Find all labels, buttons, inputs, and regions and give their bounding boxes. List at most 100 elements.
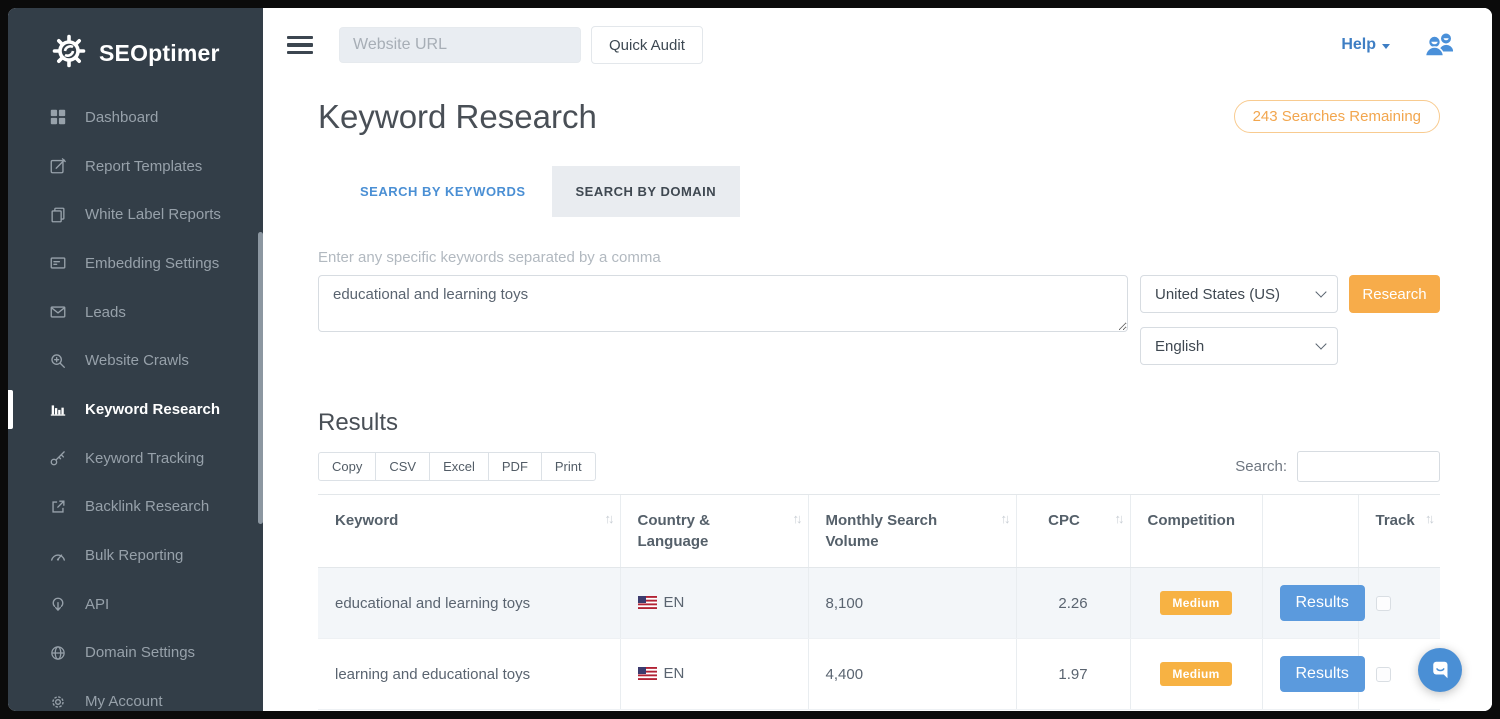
action-cell: Results <box>1262 568 1358 639</box>
external-link-icon <box>48 497 68 517</box>
chat-widget-button[interactable] <box>1418 648 1462 692</box>
keyword-cell: educational and learning toys <box>318 568 620 639</box>
sort-icon[interactable] <box>793 510 800 528</box>
website-url-input[interactable] <box>339 27 581 63</box>
sidebar-item-label: Embedding Settings <box>85 255 219 272</box>
pdf-button[interactable]: PDF <box>488 452 542 481</box>
sidebar-item-label: Report Templates <box>85 158 202 175</box>
searches-remaining-badge: 243 Searches Remaining <box>1234 100 1440 133</box>
help-label: Help <box>1341 36 1376 54</box>
sidebar-item-domain-settings[interactable]: Domain Settings <box>8 629 263 678</box>
country-select[interactable]: United States (US) <box>1140 275 1338 313</box>
copy-pages-icon <box>48 205 68 225</box>
sort-icon[interactable] <box>605 510 612 528</box>
excel-button[interactable]: Excel <box>429 452 489 481</box>
keyword-cell: learning and educational toys <box>318 639 620 710</box>
track-cell <box>1358 568 1440 639</box>
competition-badge: Medium <box>1160 662 1231 686</box>
sidebar-item-label: My Account <box>85 693 163 710</box>
table-search-label: Search: <box>1235 458 1287 475</box>
key-icon <box>48 448 68 468</box>
column-header-monthly-search-volume[interactable]: Monthly Search Volume <box>808 495 1016 568</box>
sidebar-item-keyword-research[interactable]: Keyword Research <box>8 385 263 434</box>
main-area: Quick Audit Help <box>263 8 1492 711</box>
sidebar-item-dashboard[interactable]: Dashboard <box>8 93 263 142</box>
sidebar-item-api[interactable]: API <box>8 580 263 629</box>
sidebar-item-embedding-settings[interactable]: Embedding Settings <box>8 239 263 288</box>
export-button-group: Copy CSV Excel PDF Print <box>318 452 596 481</box>
competition-cell: Medium <box>1130 639 1262 710</box>
column-header-competition[interactable]: Competition <box>1130 495 1262 568</box>
volume-cell: 8,100 <box>808 568 1016 639</box>
brand-name: SEOptimer <box>99 40 220 67</box>
sidebar-item-backlink-research[interactable]: Backlink Research <box>8 483 263 532</box>
help-dropdown[interactable]: Help <box>1341 36 1390 54</box>
sidebar-item-label: Backlink Research <box>85 498 209 515</box>
sidebar-item-label: Bulk Reporting <box>85 547 183 564</box>
edit-document-icon <box>48 156 68 176</box>
copy-button[interactable]: Copy <box>318 452 376 481</box>
country-cell: EN <box>620 568 808 639</box>
hamburger-menu-icon[interactable] <box>287 36 313 55</box>
column-header-country-language[interactable]: Country & Language <box>620 495 808 568</box>
column-header-actions <box>1262 495 1358 568</box>
content-area: Keyword Research 243 Searches Remaining … <box>263 82 1492 711</box>
column-header-track[interactable]: Track <box>1358 495 1440 568</box>
table-row: learning and educational toys EN 4,400 1… <box>318 639 1440 710</box>
gear-icon <box>48 692 68 711</box>
page-title: Keyword Research <box>318 98 597 136</box>
envelope-icon <box>48 302 68 322</box>
country-select-wrap: United States (US) <box>1140 275 1338 313</box>
language-select-wrap: English <box>1140 327 1338 365</box>
language-select[interactable]: English <box>1140 327 1338 365</box>
results-table: Keyword Country & Language Monthly Searc… <box>318 494 1440 710</box>
column-header-keyword[interactable]: Keyword <box>318 495 620 568</box>
keywords-textarea[interactable]: educational and learning toys <box>318 275 1128 332</box>
gauge-icon <box>48 546 68 566</box>
cpc-cell: 2.26 <box>1016 568 1130 639</box>
competition-badge: Medium <box>1160 591 1231 615</box>
sidebar-item-white-label-reports[interactable]: White Label Reports <box>8 190 263 239</box>
globe-icon <box>48 643 68 663</box>
sidebar-item-my-account[interactable]: My Account <box>8 677 263 711</box>
track-checkbox[interactable] <box>1376 667 1391 682</box>
sidebar-item-label: White Label Reports <box>85 206 221 223</box>
sidebar-item-label: Keyword Research <box>85 401 220 418</box>
search-mode-tabs: SEARCH BY KEYWORDS SEARCH BY DOMAIN <box>336 166 1440 217</box>
track-checkbox[interactable] <box>1376 596 1391 611</box>
sidebar-item-report-templates[interactable]: Report Templates <box>8 142 263 191</box>
us-flag-icon <box>638 596 657 613</box>
table-search-input[interactable] <box>1297 451 1440 482</box>
seoptimer-logo[interactable]: SEOptimer <box>8 8 263 75</box>
bar-chart-icon <box>48 399 68 419</box>
quick-audit-button[interactable]: Quick Audit <box>591 26 703 64</box>
competition-cell: Medium <box>1130 568 1262 639</box>
column-header-cpc[interactable]: CPC <box>1016 495 1130 568</box>
embed-card-icon <box>48 253 68 273</box>
keywords-input-label: Enter any specific keywords separated by… <box>318 249 1440 266</box>
tab-search-by-domain[interactable]: SEARCH BY DOMAIN <box>552 166 741 217</box>
sidebar: SEOptimer Dashboard Report Templates Whi… <box>8 8 263 711</box>
users-icon[interactable] <box>1422 31 1456 59</box>
results-button[interactable]: Results <box>1280 585 1365 621</box>
sort-icon[interactable] <box>1115 510 1122 528</box>
action-cell: Results <box>1262 639 1358 710</box>
sidebar-item-leads[interactable]: Leads <box>8 288 263 337</box>
results-heading: Results <box>318 409 1440 437</box>
sidebar-item-keyword-tracking[interactable]: Keyword Tracking <box>8 434 263 483</box>
sort-icon[interactable] <box>1425 510 1432 528</box>
tab-search-by-keywords[interactable]: SEARCH BY KEYWORDS <box>336 166 550 217</box>
sidebar-item-label: Leads <box>85 304 126 321</box>
sidebar-item-label: Website Crawls <box>85 352 189 369</box>
sidebar-item-website-crawls[interactable]: Website Crawls <box>8 336 263 385</box>
print-button[interactable]: Print <box>541 452 596 481</box>
cpc-cell: 1.97 <box>1016 639 1130 710</box>
cloud-download-icon <box>48 594 68 614</box>
sort-icon[interactable] <box>1001 510 1008 528</box>
research-button[interactable]: Research <box>1349 275 1440 313</box>
us-flag-icon <box>638 667 657 684</box>
csv-button[interactable]: CSV <box>375 452 430 481</box>
results-button[interactable]: Results <box>1280 656 1365 692</box>
sidebar-item-label: Domain Settings <box>85 644 195 661</box>
sidebar-item-bulk-reporting[interactable]: Bulk Reporting <box>8 531 263 580</box>
